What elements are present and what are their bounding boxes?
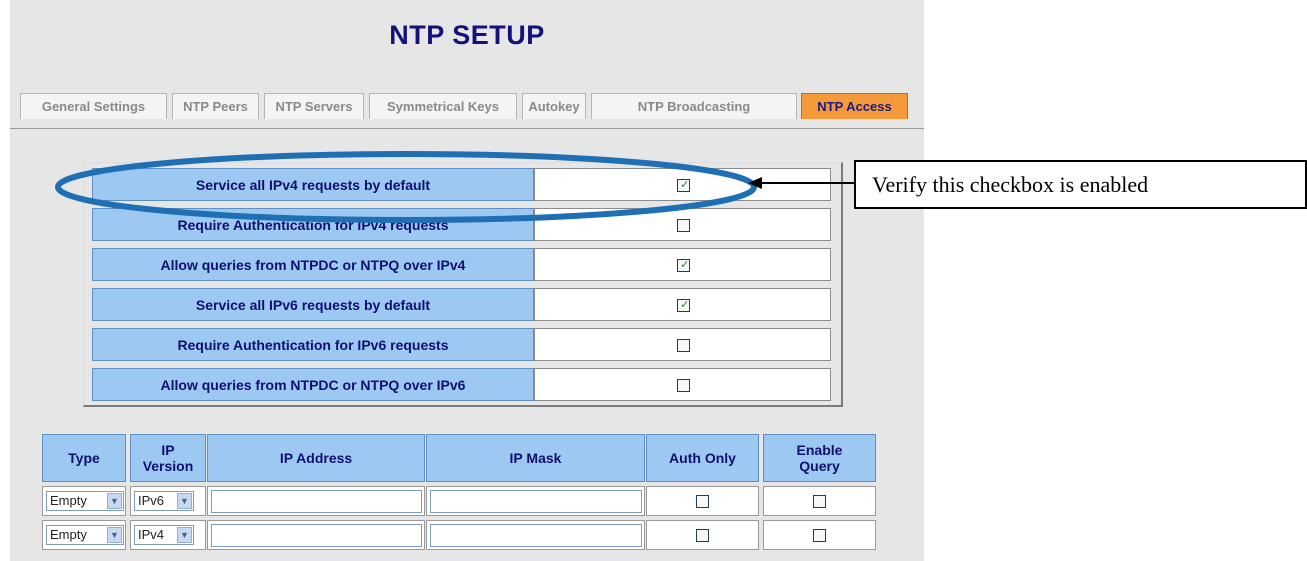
type-cell: Empty ▼ [42,520,126,550]
annotation-callout: Verify this checkbox is enabled [854,160,1307,209]
ntp-setup-page: NTP SETUP General Settings NTP Peers NTP… [10,0,924,561]
ip-mask-input[interactable] [430,524,642,547]
setting-label: Service all IPv4 requests by default [92,168,534,201]
service-ipv6-checkbox[interactable]: ✓ [677,299,690,312]
auth-only-cell [646,486,759,516]
tab-ntp-broadcasting[interactable]: NTP Broadcasting [591,93,797,119]
type-cell: Empty ▼ [42,486,126,516]
page-title: NTP SETUP [389,20,545,50]
setting-value-cell: ✓ [534,288,831,321]
require-auth-ipv4-checkbox[interactable] [677,219,690,232]
tab-ntp-peers[interactable]: NTP Peers [172,93,259,119]
column-header-enable-query: Enable Query [763,434,876,482]
setting-label: Allow queries from NTPDC or NTPQ over IP… [92,248,534,281]
setting-label: Require Authentication for IPv6 requests [92,328,534,361]
tab-ntp-access[interactable]: NTP Access [801,93,908,119]
chevron-down-icon: ▼ [177,527,192,543]
access-settings-table: Service all IPv4 requests by default ✓ R… [83,162,843,407]
column-header-ip-version: IP Version [130,434,206,482]
checkmark-icon: ✓ [680,259,690,271]
enable-query-cell [763,520,876,550]
tab-ntp-servers[interactable]: NTP Servers [264,93,364,119]
setting-label: Allow queries from NTPDC or NTPQ over IP… [92,368,534,401]
setting-value-cell [534,208,831,241]
auth-only-checkbox[interactable] [696,495,709,508]
service-ipv4-checkbox[interactable]: ✓ [677,179,690,192]
ip-version-cell: IPv4 ▼ [130,520,206,550]
ip-address-input[interactable] [211,524,422,547]
ip-mask-cell [426,486,645,516]
ip-address-cell [207,520,425,550]
column-header-ip-mask: IP Mask [426,434,645,482]
tab-divider [10,128,924,129]
enable-query-checkbox[interactable] [813,529,826,542]
setting-value-cell [534,328,831,361]
tab-general-settings[interactable]: General Settings [20,93,167,119]
require-auth-ipv6-checkbox[interactable] [677,339,690,352]
ip-address-cell [207,486,425,516]
ip-version-cell: IPv6 ▼ [130,486,206,516]
tab-autokey[interactable]: Autokey [522,93,586,119]
ip-mask-cell [426,520,645,550]
column-header-type: Type [42,434,126,482]
setting-value-cell: ✓ [534,168,831,201]
column-header-auth-only: Auth Only [646,434,759,482]
chevron-down-icon: ▼ [107,527,122,543]
tab-symmetrical-keys[interactable]: Symmetrical Keys [369,93,517,119]
ip-address-input[interactable] [211,490,422,513]
enable-query-checkbox[interactable] [813,495,826,508]
ip-mask-input[interactable] [430,490,642,513]
ip-version-select[interactable]: IPv4 ▼ [134,525,194,545]
setting-value-cell: ✓ [534,248,831,281]
setting-label: Require Authentication for IPv4 requests [92,208,534,241]
column-header-ip-address: IP Address [207,434,425,482]
chevron-down-icon: ▼ [177,493,192,509]
enable-query-cell [763,486,876,516]
auth-only-checkbox[interactable] [696,529,709,542]
allow-queries-ipv6-checkbox[interactable] [677,379,690,392]
checkmark-icon: ✓ [680,299,690,311]
access-restrictions-table: Type IP Version IP Address IP Mask Auth O… [10,428,924,561]
ip-version-select[interactable]: IPv6 ▼ [134,491,194,511]
type-select[interactable]: Empty ▼ [46,525,124,545]
allow-queries-ipv4-checkbox[interactable]: ✓ [677,259,690,272]
auth-only-cell [646,520,759,550]
setting-label: Service all IPv6 requests by default [92,288,534,321]
checkmark-icon: ✓ [680,179,690,191]
setting-value-cell [534,368,831,401]
type-select[interactable]: Empty ▼ [46,491,124,511]
chevron-down-icon: ▼ [107,493,122,509]
